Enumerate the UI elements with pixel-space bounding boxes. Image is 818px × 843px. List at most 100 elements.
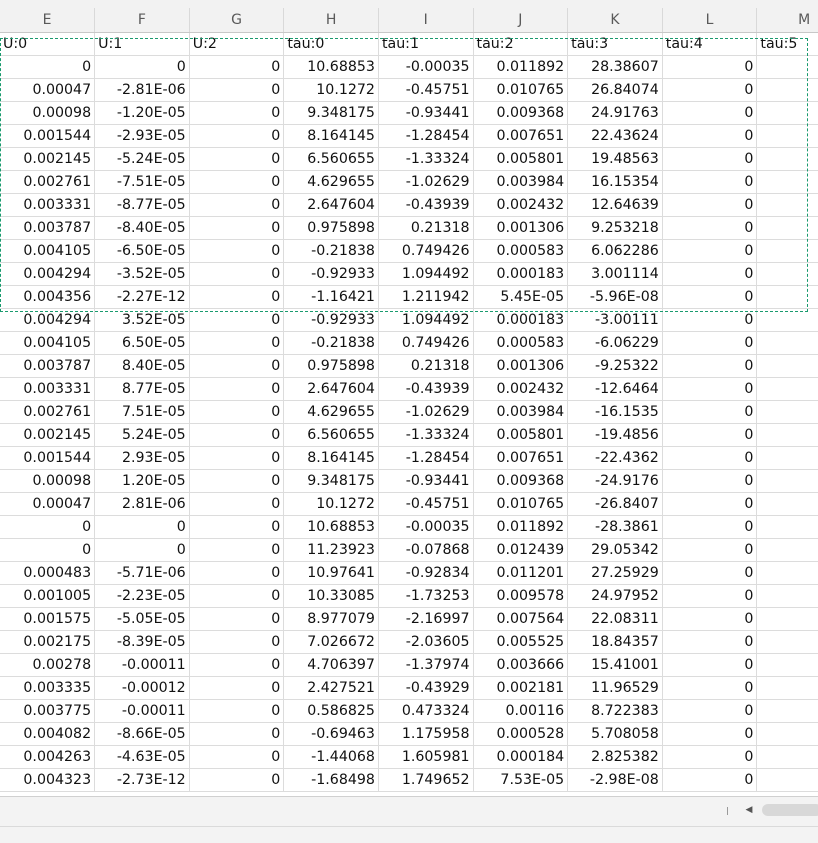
cell-e7[interactable]: 0.002761	[0, 170, 96, 194]
cell-h22[interactable]: 10.68853	[283, 515, 379, 539]
cell-h3[interactable]: 10.1272	[283, 78, 379, 102]
cell-l24[interactable]: 0	[662, 561, 758, 585]
cell-j26[interactable]: 0.007564	[473, 607, 569, 631]
cell-h29[interactable]: 2.427521	[283, 676, 379, 700]
cell-g21[interactable]: 0	[189, 492, 285, 516]
cell-e4[interactable]: 0.00098	[0, 101, 96, 125]
cell-h16[interactable]: 2.647604	[283, 377, 379, 401]
cell-i12[interactable]: 1.211942	[378, 285, 474, 309]
cell-i30[interactable]: 0.473324	[378, 699, 474, 723]
cell-k28[interactable]: 15.41001	[567, 653, 663, 677]
cell-f20[interactable]: 1.20E-05	[94, 469, 190, 493]
cell-k11[interactable]: 3.001114	[567, 262, 663, 286]
cell-i28[interactable]: -1.37974	[378, 653, 474, 677]
cell-l32[interactable]: 0	[662, 745, 758, 769]
cell-l13[interactable]: 0	[662, 308, 758, 332]
cell-m22[interactable]: 0	[756, 515, 818, 539]
cell-k25[interactable]: 24.97952	[567, 584, 663, 608]
cell-j29[interactable]: 0.002181	[473, 676, 569, 700]
cell-e18[interactable]: 0.002145	[0, 423, 96, 447]
cell-k14[interactable]: -6.06229	[567, 331, 663, 355]
cell-h4[interactable]: 9.348175	[283, 101, 379, 125]
cell-e6[interactable]: 0.002145	[0, 147, 96, 171]
cell-e20[interactable]: 0.00098	[0, 469, 96, 493]
cell-k4[interactable]: 24.91763	[567, 101, 663, 125]
cell-e16[interactable]: 0.003331	[0, 377, 96, 401]
cell-k12[interactable]: -5.96E-08	[567, 285, 663, 309]
cell-e5[interactable]: 0.001544	[0, 124, 96, 148]
cell-m20[interactable]: 0	[756, 469, 818, 493]
cell-e30[interactable]: 0.003775	[0, 699, 96, 723]
cell-i21[interactable]: -0.45751	[378, 492, 474, 516]
cell-g11[interactable]: 0	[189, 262, 285, 286]
cell-h18[interactable]: 6.560655	[283, 423, 379, 447]
cell-g2[interactable]: 0	[189, 55, 285, 79]
cell-h6[interactable]: 6.560655	[283, 147, 379, 171]
cell-j7[interactable]: 0.003984	[473, 170, 569, 194]
column-header-e[interactable]: E	[0, 0, 96, 33]
horizontal-scrollbar-thumb[interactable]	[762, 804, 818, 816]
cell-h15[interactable]: 0.975898	[283, 354, 379, 378]
cell-j24[interactable]: 0.011201	[473, 561, 569, 585]
cell-g5[interactable]: 0	[189, 124, 285, 148]
cell-h25[interactable]: 10.33085	[283, 584, 379, 608]
cell-i29[interactable]: -0.43929	[378, 676, 474, 700]
cell-f8[interactable]: -8.77E-05	[94, 193, 190, 217]
cell-i1[interactable]: tau:1	[378, 32, 474, 56]
cell-j27[interactable]: 0.005525	[473, 630, 569, 654]
cell-f26[interactable]: -5.05E-05	[94, 607, 190, 631]
cell-h5[interactable]: 8.164145	[283, 124, 379, 148]
cell-k2[interactable]: 28.38607	[567, 55, 663, 79]
cell-m5[interactable]: 0	[756, 124, 818, 148]
cell-m26[interactable]: 0	[756, 607, 818, 631]
cell-l1[interactable]: tau:4	[662, 32, 758, 56]
cell-l5[interactable]: 0	[662, 124, 758, 148]
cell-k21[interactable]: -26.8407	[567, 492, 663, 516]
cell-e21[interactable]: 0.00047	[0, 492, 96, 516]
cell-k17[interactable]: -16.1535	[567, 400, 663, 424]
cell-i4[interactable]: -0.93441	[378, 101, 474, 125]
cell-f16[interactable]: 8.77E-05	[94, 377, 190, 401]
cell-m28[interactable]: 0	[756, 653, 818, 677]
cell-l29[interactable]: 0	[662, 676, 758, 700]
cell-l15[interactable]: 0	[662, 354, 758, 378]
cell-k32[interactable]: 2.825382	[567, 745, 663, 769]
cell-m29[interactable]: 0	[756, 676, 818, 700]
cell-g1[interactable]: U:2	[189, 32, 285, 56]
cell-k18[interactable]: -19.4856	[567, 423, 663, 447]
cell-h31[interactable]: -0.69463	[283, 722, 379, 746]
cell-j28[interactable]: 0.003666	[473, 653, 569, 677]
cell-e10[interactable]: 0.004105	[0, 239, 96, 263]
cell-e22[interactable]: 0	[0, 515, 96, 539]
cell-k5[interactable]: 22.43624	[567, 124, 663, 148]
cell-e3[interactable]: 0.00047	[0, 78, 96, 102]
cell-h30[interactable]: 0.586825	[283, 699, 379, 723]
cell-j17[interactable]: 0.003984	[473, 400, 569, 424]
cell-f22[interactable]: 0	[94, 515, 190, 539]
cell-l27[interactable]: 0	[662, 630, 758, 654]
cell-e1[interactable]: U:0	[0, 32, 96, 56]
cell-j20[interactable]: 0.009368	[473, 469, 569, 493]
cell-j11[interactable]: 0.000183	[473, 262, 569, 286]
cell-f19[interactable]: 2.93E-05	[94, 446, 190, 470]
cell-l7[interactable]: 0	[662, 170, 758, 194]
cell-i26[interactable]: -2.16997	[378, 607, 474, 631]
cell-m6[interactable]: 0	[756, 147, 818, 171]
cell-f2[interactable]: 0	[94, 55, 190, 79]
cell-k1[interactable]: tau:3	[567, 32, 663, 56]
cell-h12[interactable]: -1.16421	[283, 285, 379, 309]
cell-i20[interactable]: -0.93441	[378, 469, 474, 493]
cell-m25[interactable]: 0	[756, 584, 818, 608]
cell-l33[interactable]: 0	[662, 768, 758, 792]
cell-i5[interactable]: -1.28454	[378, 124, 474, 148]
cell-l8[interactable]: 0	[662, 193, 758, 217]
cell-g6[interactable]: 0	[189, 147, 285, 171]
cell-f9[interactable]: -8.40E-05	[94, 216, 190, 240]
cell-e12[interactable]: 0.004356	[0, 285, 96, 309]
cell-k29[interactable]: 11.96529	[567, 676, 663, 700]
cell-l25[interactable]: 0	[662, 584, 758, 608]
cell-f32[interactable]: -4.63E-05	[94, 745, 190, 769]
cell-g32[interactable]: 0	[189, 745, 285, 769]
column-header-f[interactable]: F	[94, 0, 190, 33]
cell-j25[interactable]: 0.009578	[473, 584, 569, 608]
